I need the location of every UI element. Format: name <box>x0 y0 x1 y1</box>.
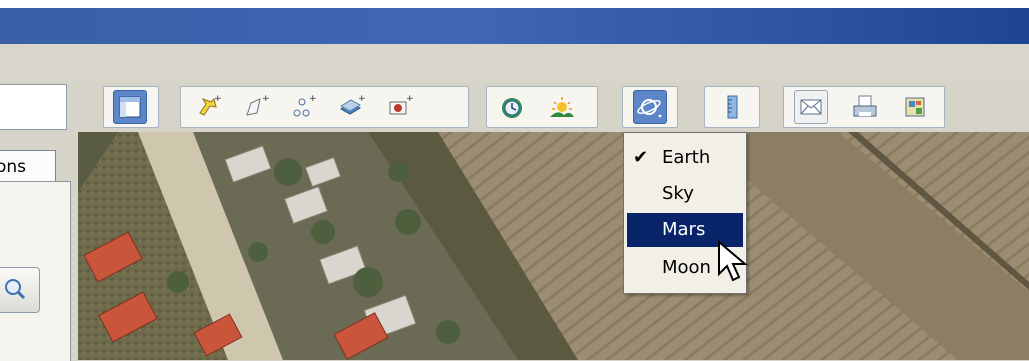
switch-planet-button[interactable] <box>633 90 667 124</box>
email-button[interactable] <box>794 90 828 124</box>
placemark-pin-icon: + <box>199 94 222 116</box>
path-icon: + <box>293 94 317 117</box>
record-tour-button[interactable]: + <box>383 90 417 124</box>
sidebar-group <box>103 86 159 128</box>
search-input[interactable] <box>0 84 67 130</box>
svg-text:+: + <box>406 94 414 104</box>
print-button[interactable] <box>848 90 882 124</box>
email-envelope-icon <box>800 99 822 115</box>
view-in-maps-button[interactable] <box>898 90 932 124</box>
sunlight-icon <box>550 97 574 117</box>
satellite-imagery <box>78 132 1029 360</box>
menu-item-sky[interactable]: Sky <box>627 177 743 211</box>
share-tools-group <box>783 86 945 128</box>
title-bar <box>0 0 1029 44</box>
map-view-icon <box>905 97 925 117</box>
tab-label: ons <box>0 157 27 177</box>
clock-history-icon <box>502 98 522 118</box>
ruler-button[interactable] <box>715 90 749 124</box>
add-path-button[interactable]: + <box>287 90 321 124</box>
search-button[interactable] <box>0 267 40 313</box>
add-polygon-button[interactable]: + <box>239 90 273 124</box>
sidebar-icon <box>119 96 141 118</box>
ruler-icon <box>727 95 738 119</box>
map-view[interactable] <box>78 132 1029 360</box>
svg-text:+: + <box>262 94 270 104</box>
magnifier-icon <box>5 279 26 300</box>
historical-imagery-button[interactable] <box>495 90 529 124</box>
sidebar-toggle-button[interactable] <box>113 90 147 124</box>
svg-text:+: + <box>214 94 222 104</box>
ruler-group <box>704 86 760 128</box>
menu-bar <box>0 44 1029 83</box>
printer-icon <box>853 95 877 117</box>
checkmark-icon: ✔ <box>633 147 649 168</box>
record-tour-icon: + <box>389 94 414 115</box>
menu-item-earth[interactable]: ✔ Earth <box>627 141 743 175</box>
add-placemark-button[interactable]: + <box>191 90 225 124</box>
tab-places[interactable]: ons <box>0 150 56 182</box>
svg-text:+: + <box>309 94 317 104</box>
polygon-icon: + <box>246 94 270 116</box>
svg-text:+: + <box>358 94 366 104</box>
mouse-cursor-icon <box>718 240 747 282</box>
sunlight-button[interactable] <box>545 90 579 124</box>
view-tools-group <box>486 86 598 128</box>
image-overlay-icon: + <box>340 94 366 115</box>
add-overlay-button[interactable]: + <box>335 90 369 124</box>
planet-group <box>622 86 678 128</box>
add-tools-group: + + + + + <box>180 86 469 128</box>
planet-icon <box>637 99 662 118</box>
